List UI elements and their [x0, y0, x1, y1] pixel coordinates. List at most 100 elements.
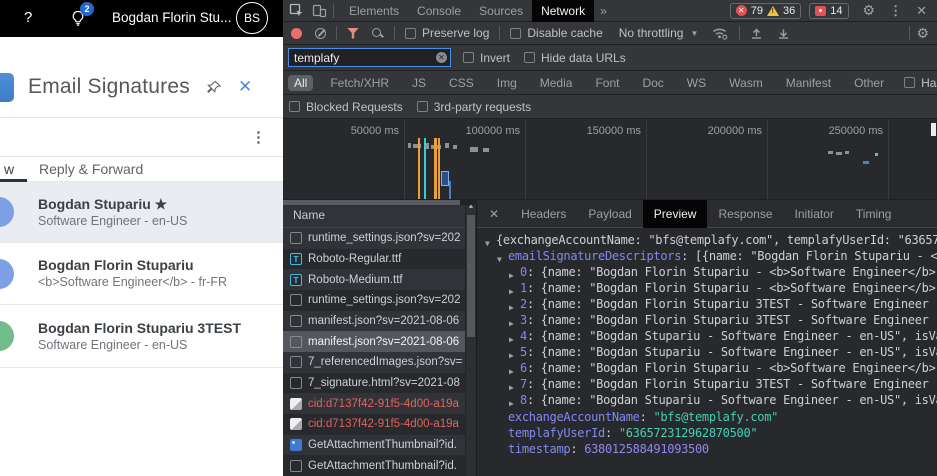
avatar[interactable]: BS	[236, 2, 268, 34]
record-icon[interactable]	[291, 28, 302, 39]
table-row[interactable]: cid:d7137f42-91f5-4d00-a19a	[283, 393, 465, 414]
signature-list-item[interactable]: Bogdan Stupariu ★Software Engineer - en-…	[0, 182, 283, 243]
json-tree-line[interactable]: ▶2: {name: "Bogdan Florin Stupariu 3TEST…	[477, 296, 937, 312]
tab-console[interactable]: Console	[408, 0, 470, 22]
network-settings-gear-icon[interactable]: ⚙	[916, 25, 929, 42]
json-tree-line[interactable]: ▶4: {name: "Bogdan Stupariu - Software E…	[477, 328, 937, 344]
json-tree-line[interactable]: ▶5: {name: "Bogdan Stupariu - Software E…	[477, 344, 937, 360]
filter-chip-media[interactable]: Media	[534, 75, 579, 91]
account-name[interactable]: Bogdan Florin Stu...	[112, 10, 231, 25]
json-tree-line[interactable]: ▶1: {name: "Bogdan Florin Stupariu - <b>…	[477, 280, 937, 296]
table-row[interactable]: cid:d7137f42-91f5-4d00-a19a	[283, 414, 465, 435]
clear-filter-icon[interactable]: ✕	[436, 52, 447, 63]
table-row[interactable]: GetAttachmentThumbnail?id.	[283, 435, 465, 456]
json-tree-line[interactable]: ▶7: {name: "Bogdan Florin Stupariu 3TEST…	[477, 376, 937, 392]
tab-timing[interactable]: Timing	[845, 200, 903, 228]
close-taskpane-icon[interactable]: ✕	[238, 77, 252, 97]
collapsed-arrow-icon[interactable]: ▶	[509, 316, 514, 329]
throttling-select[interactable]: No throttling ▼	[619, 26, 699, 40]
filter-input[interactable]	[288, 48, 451, 67]
json-tree-line[interactable]: templafyUserId: "636572312962870500"	[477, 425, 937, 441]
table-row[interactable]: manifest.json?sv=2021-08-06	[283, 311, 465, 332]
has-blocked-cookies-checkbox[interactable]: Has blocked cookies	[904, 76, 937, 90]
invert-checkbox[interactable]: Invert	[463, 51, 510, 65]
filter-chip-all[interactable]: All	[288, 75, 313, 91]
table-row[interactable]: TRoboto-Regular.ttf	[283, 249, 465, 270]
filter-chip-other[interactable]: Other	[848, 75, 890, 91]
disable-cache-checkbox[interactable]: Disable cache	[510, 26, 602, 40]
json-tree-line[interactable]: ▶6: {name: "Bogdan Florin Stupariu - <b>…	[477, 360, 937, 376]
collapsed-arrow-icon[interactable]: ▶	[509, 364, 514, 377]
tab-response[interactable]: Response	[707, 200, 783, 228]
tab-elements[interactable]: Elements	[340, 0, 408, 22]
table-row[interactable]: 7_signature.html?sv=2021-08	[283, 373, 465, 394]
table-row[interactable]: 7_referencedImages.json?sv=	[283, 352, 465, 373]
json-preview-tree[interactable]: ▼{exchangeAccountName: "bfs@templafy.com…	[477, 228, 937, 476]
table-row[interactable]: GetAttachmentThumbnail?id.	[283, 455, 465, 476]
third-party-requests-checkbox[interactable]: 3rd-party requests	[417, 100, 531, 114]
filter-chip-ws[interactable]: WS	[681, 75, 712, 91]
filter-chip-css[interactable]: CSS	[443, 75, 480, 91]
expanded-arrow-icon[interactable]: ▼	[497, 252, 502, 265]
devtools-menu-icon[interactable]: ⋮	[889, 3, 902, 19]
export-har-icon[interactable]	[777, 27, 790, 40]
filter-chip-manifest[interactable]: Manifest	[780, 75, 837, 91]
signature-list-item[interactable]: Bogdan Florin Stupariu 3TESTSoftware Eng…	[0, 305, 283, 368]
filter-chip-font[interactable]: Font	[589, 75, 625, 91]
json-tree-line[interactable]: ▼{exchangeAccountName: "bfs@templafy.com…	[477, 232, 937, 248]
network-overview-timeline[interactable]: 50000 ms100000 ms150000 ms200000 ms25000…	[283, 119, 937, 200]
json-tree-line[interactable]: timestamp: 638012588491093500	[477, 441, 937, 457]
tab-headers[interactable]: Headers	[510, 200, 577, 228]
filter-chip-fetchxhr[interactable]: Fetch/XHR	[324, 75, 395, 91]
scrollbar-thumb[interactable]	[467, 215, 475, 337]
filter-chip-js[interactable]: JS	[406, 75, 432, 91]
issues-badge[interactable]: 14	[809, 3, 848, 19]
collapsed-arrow-icon[interactable]: ▶	[509, 380, 514, 393]
preserve-log-checkbox[interactable]: Preserve log	[405, 26, 489, 40]
pin-icon[interactable]	[206, 80, 222, 95]
tab-item[interactable]: Reply & Forward	[39, 161, 143, 177]
json-tree-line[interactable]: ▶0: {name: "Bogdan Florin Stupariu - <b>…	[477, 264, 937, 280]
tab-initiator[interactable]: Initiator	[784, 200, 845, 228]
help-icon[interactable]: ?	[24, 9, 32, 26]
device-toolbar-icon[interactable]	[312, 4, 327, 18]
table-row[interactable]: manifest.json?sv=2021-08-06	[283, 331, 465, 352]
tab-payload[interactable]: Payload	[577, 200, 642, 228]
import-har-icon[interactable]	[750, 27, 763, 40]
hide-data-urls-checkbox[interactable]: Hide data URLs	[524, 51, 626, 65]
collapsed-arrow-icon[interactable]: ▶	[509, 284, 514, 297]
overflow-menu-icon[interactable]: ⋮	[251, 128, 266, 146]
more-tabs-icon[interactable]: »	[600, 4, 607, 18]
table-row[interactable]: runtime_settings.json?sv=202	[283, 290, 465, 311]
json-tree-line[interactable]: ▶3: {name: "Bogdan Florin Stupariu 3TEST…	[477, 312, 937, 328]
scrollbar-thumb[interactable]	[283, 200, 460, 205]
inspect-element-icon[interactable]	[289, 3, 304, 18]
collapsed-arrow-icon[interactable]: ▶	[509, 396, 514, 409]
table-row[interactable]: runtime_settings.json?sv=202	[283, 228, 465, 249]
table-row[interactable]: TRoboto-Medium.ttf	[283, 269, 465, 290]
tab-sources[interactable]: Sources	[470, 0, 532, 22]
vertical-scrollbar[interactable]: ▲	[465, 200, 476, 476]
console-counts[interactable]: ✕ 79 ! 36	[730, 3, 802, 19]
signature-list-item[interactable]: Bogdan Florin Stupariu<b>Software Engine…	[0, 243, 283, 305]
network-conditions-icon[interactable]	[712, 27, 729, 40]
filter-chip-wasm[interactable]: Wasm	[723, 75, 769, 91]
horizontal-scrollbar[interactable]	[283, 200, 477, 205]
tab-active[interactable]: w	[4, 161, 14, 177]
filter-icon[interactable]	[347, 28, 359, 39]
tab-preview[interactable]: Preview	[643, 200, 708, 228]
json-tree-line[interactable]: ▼emailSignatureDescriptors: [{name: "Bog…	[477, 248, 937, 264]
close-devtools-icon[interactable]: ✕	[916, 3, 927, 19]
collapsed-arrow-icon[interactable]: ▶	[509, 300, 514, 313]
collapsed-arrow-icon[interactable]: ▶	[509, 332, 514, 345]
clear-network-log-icon[interactable]	[315, 28, 326, 39]
collapsed-arrow-icon[interactable]: ▶	[509, 348, 514, 361]
close-details-icon[interactable]: ✕	[489, 207, 499, 221]
json-tree-line[interactable]: ▶8: {name: "Bogdan Stupariu - Software E…	[477, 392, 937, 408]
filter-chip-img[interactable]: Img	[491, 75, 523, 91]
collapsed-arrow-icon[interactable]: ▶	[509, 268, 514, 281]
tab-network[interactable]: Network	[532, 0, 594, 22]
expanded-arrow-icon[interactable]: ▼	[485, 236, 490, 249]
filter-chip-doc[interactable]: Doc	[636, 75, 669, 91]
search-icon[interactable]	[371, 27, 384, 40]
